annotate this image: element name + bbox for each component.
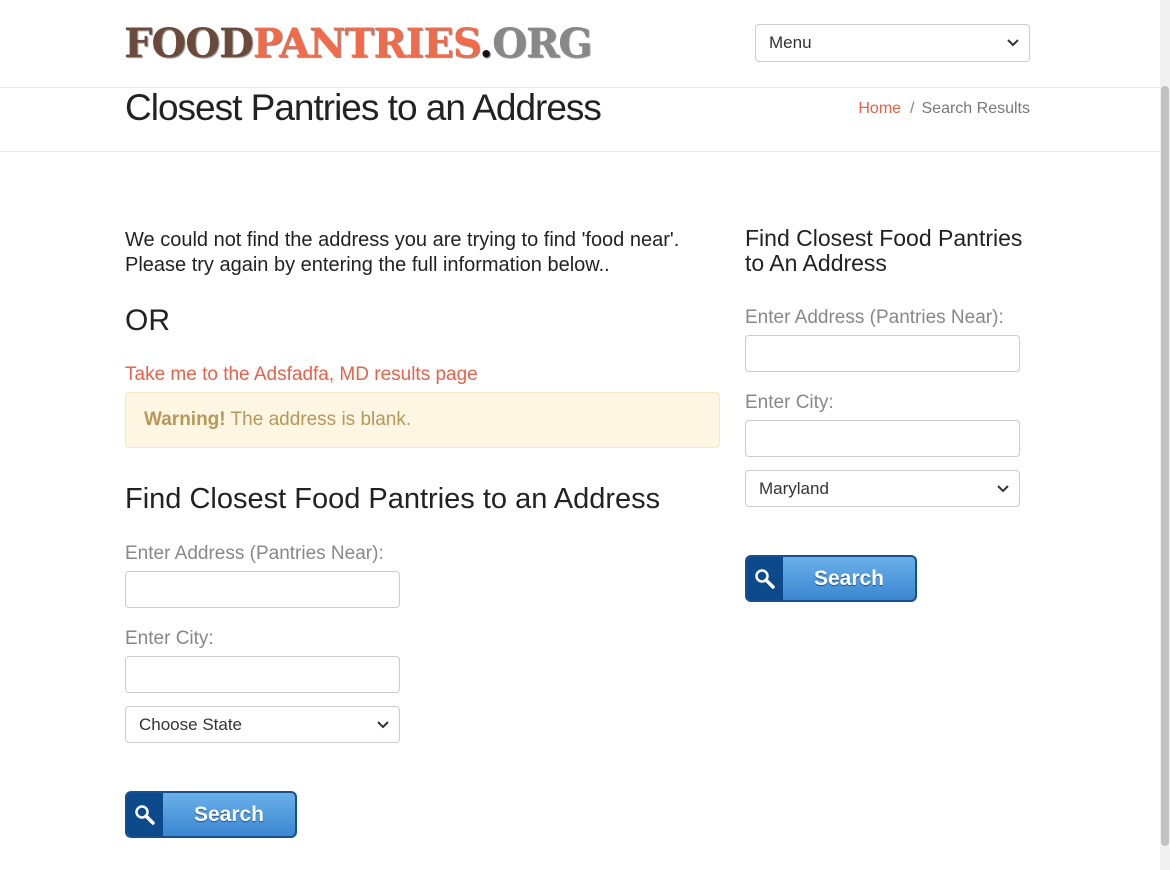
address-input[interactable] [125, 571, 400, 608]
state-select-value: Choose State [139, 715, 243, 734]
menu-select-value: Menu [769, 33, 812, 52]
sidebar-search-button-label: Search [813, 567, 885, 590]
or-divider: OR [125, 304, 170, 337]
site-header: FOODPANTRIES.ORG Menu [0, 0, 1160, 88]
search-button[interactable]: Search [125, 791, 297, 838]
address-label: Enter Address (Pantries Near): [125, 543, 384, 564]
breadcrumb: Home / Search Results [858, 100, 1030, 118]
logo-part-pantries: PANTRIES [252, 20, 480, 67]
alert-strong: Warning! [144, 409, 226, 430]
title-bar: Closest Pantries to an Address Home / Sear… [0, 88, 1160, 152]
sidebar-address-input[interactable] [745, 335, 1020, 372]
main-content: We could not find the address you are tr… [125, 228, 725, 838]
sidebar-city-input[interactable] [745, 420, 1020, 457]
menu-select[interactable]: Menu [755, 24, 1030, 62]
scrollbar-thumb[interactable] [1161, 86, 1169, 846]
search-form-heading: Find Closest Food Pantries to an Address [125, 483, 661, 515]
sidebar: Find Closest Food Pantries to An Address… [745, 226, 1030, 602]
search-button-label: Search [193, 803, 265, 826]
sidebar-state-select-value: Maryland [759, 479, 829, 498]
breadcrumb-separator: / [910, 100, 915, 117]
state-select[interactable]: Choose State [125, 706, 400, 743]
sidebar-search-button[interactable]: Search [745, 555, 917, 602]
logo-part-org: ORG [492, 20, 592, 67]
chevron-down-icon [1007, 25, 1019, 61]
sidebar-state-select[interactable]: Maryland [745, 470, 1020, 507]
chevron-down-icon [997, 471, 1009, 506]
sidebar-city-label: Enter City: [745, 392, 834, 413]
breadcrumb-current: Search Results [921, 100, 1031, 117]
logo-part-food: FOOD [124, 20, 254, 67]
sidebar-address-label: Enter Address (Pantries Near): [745, 307, 1004, 328]
city-input[interactable] [125, 656, 400, 693]
page-scrollbar[interactable] [1160, 0, 1170, 870]
page-title: Closest Pantries to an Address [125, 87, 602, 128]
chevron-down-icon [377, 707, 389, 742]
sidebar-heading: Find Closest Food Pantries to An Address [745, 225, 1023, 276]
logo-part-dot: . [479, 20, 493, 67]
site-logo[interactable]: FOODPANTRIES.ORG [124, 20, 592, 67]
results-page-link[interactable]: Take me to the Adsfadfa, MD results page [125, 362, 725, 388]
not-found-message: We could not find the address you are tr… [125, 228, 685, 278]
search-icon [127, 793, 163, 836]
warning-alert: Warning! The address is blank. [125, 392, 720, 448]
alert-text: The address is blank. [225, 409, 412, 430]
message-line-1: We could not find the address you are tr… [125, 229, 680, 251]
breadcrumb-home-link[interactable]: Home [858, 100, 901, 117]
search-icon [747, 557, 783, 600]
message-line-2: Please try again by entering the full in… [125, 254, 610, 276]
city-label: Enter City: [125, 628, 214, 649]
